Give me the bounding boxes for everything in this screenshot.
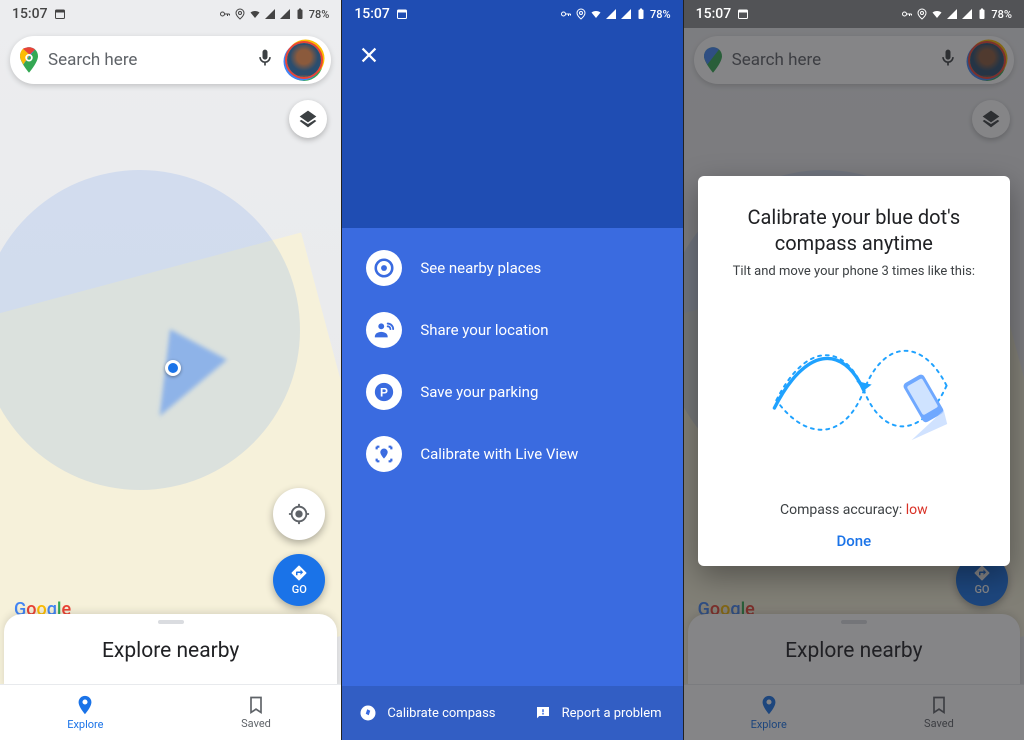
status-bar: 15:07 78% (342, 0, 682, 28)
drag-handle[interactable] (158, 620, 184, 624)
action-list: See nearby places Share your location P … (366, 250, 662, 498)
battery-icon (294, 8, 306, 20)
compass-icon (359, 704, 377, 722)
wifi-icon (590, 8, 602, 20)
action-label: Calibrate with Live View (420, 445, 578, 463)
screen-blue-dot-menu: 15:07 78% See nearby places (341, 0, 682, 740)
microphone-icon (255, 48, 275, 68)
vpn-key-icon (560, 8, 572, 20)
nearby-icon (366, 250, 402, 286)
dialog-title: Calibrate your blue dot's compass anytim… (718, 204, 990, 256)
svg-text:P: P (380, 386, 388, 400)
directions-go-button[interactable]: GO (273, 554, 325, 606)
location-status-icon (234, 8, 246, 20)
wifi-icon (249, 8, 261, 20)
panel-header-bg (342, 0, 682, 228)
battery-icon (976, 8, 988, 20)
action-share-location[interactable]: Share your location (366, 312, 662, 348)
action-save-parking[interactable]: P Save your parking (366, 374, 662, 410)
my-location-button[interactable] (273, 488, 325, 540)
explore-nearby-card[interactable]: Explore nearby (4, 614, 337, 688)
today-icon (396, 8, 408, 20)
status-time: 15:07 (354, 6, 390, 22)
nav-explore[interactable]: Explore (0, 685, 171, 740)
action-label: Share your location (420, 321, 548, 339)
close-button[interactable] (358, 44, 380, 70)
location-blue-dot[interactable] (165, 360, 181, 376)
signal-icon-2 (279, 8, 291, 20)
accuracy-label: Compass accuracy: (780, 502, 906, 518)
nav-saved[interactable]: Saved (171, 685, 342, 740)
done-button[interactable]: Done (836, 532, 871, 550)
search-bar[interactable]: Search here (10, 36, 331, 84)
signal-icon (946, 8, 958, 20)
feedback-icon (534, 704, 552, 722)
share-location-icon (366, 312, 402, 348)
status-time: 15:07 (12, 6, 48, 22)
status-battery: 78% (991, 8, 1012, 21)
close-icon (358, 44, 380, 66)
signal-icon-2 (620, 8, 632, 20)
explore-nearby-title: Explore nearby (102, 639, 239, 663)
layers-icon (298, 109, 318, 129)
calibrate-dialog: Calibrate your blue dot's compass anytim… (698, 176, 1010, 566)
voice-search-button[interactable] (255, 48, 277, 72)
live-view-icon (366, 436, 402, 472)
action-label: See nearby places (420, 259, 541, 277)
status-time: 15:07 (696, 6, 732, 22)
action-live-view[interactable]: Calibrate with Live View (366, 436, 662, 472)
today-icon (54, 8, 66, 20)
search-placeholder: Search here (48, 50, 245, 70)
status-battery: 78% (650, 8, 671, 21)
screen-calibrate-dialog: Search here Google GO Explore nearby Exp… (683, 0, 1024, 740)
calibration-illustration (718, 279, 990, 502)
go-label: GO (292, 583, 307, 596)
account-avatar[interactable] (287, 43, 321, 77)
explore-pin-icon (74, 694, 96, 716)
action-see-nearby[interactable]: See nearby places (366, 250, 662, 286)
signal-icon (605, 8, 617, 20)
directions-icon (290, 564, 308, 582)
google-maps-logo-icon (20, 47, 38, 73)
compass-accuracy-row: Compass accuracy: low (780, 502, 928, 518)
parking-icon: P (366, 374, 402, 410)
dialog-subtitle: Tilt and move your phone 3 times like th… (733, 264, 975, 279)
action-label: Save your parking (420, 383, 538, 401)
status-bar: 15:07 78% (684, 0, 1024, 28)
signal-icon (264, 8, 276, 20)
accuracy-value: low (906, 502, 928, 518)
status-battery: 78% (309, 8, 330, 21)
bottom-nav: Explore Saved (0, 684, 341, 740)
footer-calibrate-compass[interactable]: Calibrate compass (342, 704, 512, 722)
location-status-icon (916, 8, 928, 20)
battery-icon (635, 8, 647, 20)
my-location-icon (288, 503, 310, 525)
wifi-icon (931, 8, 943, 20)
footer-report-problem[interactable]: Report a problem (513, 704, 683, 722)
bookmark-icon (246, 695, 266, 715)
location-status-icon (575, 8, 587, 20)
status-bar: 15:07 78% (0, 0, 341, 28)
vpn-key-icon (219, 8, 231, 20)
today-icon (737, 8, 749, 20)
screen-map: 15:07 78% Search here GO (0, 0, 341, 740)
vpn-key-icon (901, 8, 913, 20)
signal-icon-2 (961, 8, 973, 20)
panel-footer: Calibrate compass Report a problem (342, 686, 682, 740)
